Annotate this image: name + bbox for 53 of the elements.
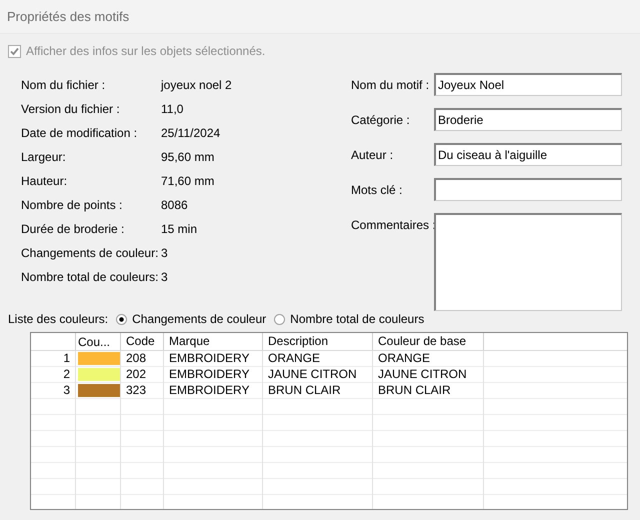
info-label: Nom du fichier : <box>21 78 106 92</box>
table-cell-text: JAUNE CITRON <box>377 367 468 383</box>
info-value: 15 min <box>161 222 198 236</box>
input-field[interactable]: Joyeux Noel <box>434 73 622 96</box>
info-value: 3 <box>161 270 168 284</box>
row-number: 3 <box>62 383 71 399</box>
window-title: Propriétés des motifs <box>7 9 130 24</box>
field-label: Nom du motif : <box>351 77 430 92</box>
info-value: 8086 <box>161 198 188 212</box>
radio-option[interactable]: Nombre total de couleurs <box>274 312 424 326</box>
field-label: Catégorie : <box>351 112 411 127</box>
row-number: 2 <box>62 367 71 383</box>
input-field[interactable] <box>434 178 622 201</box>
column-header[interactable]: Marque <box>164 333 263 350</box>
table-cell-text: 202 <box>125 367 148 383</box>
info-value: joyeux noel 2 <box>161 78 232 92</box>
table-cell-text: 208 <box>125 351 148 367</box>
row-number: 1 <box>62 351 71 367</box>
info-label: Nombre total de couleurs: <box>21 270 160 284</box>
info-label: Largeur: <box>21 150 67 164</box>
table-cell-text: EMBROIDERY <box>168 383 250 399</box>
column-header[interactable]: Cou... <box>76 333 121 350</box>
table-cell-text: JAUNE CITRON <box>267 367 358 383</box>
radio-icon[interactable] <box>274 314 286 324</box>
info-value: 3 <box>161 246 168 260</box>
column-header[interactable]: Description <box>263 333 373 350</box>
table-cell-text: EMBROIDERY <box>168 367 250 383</box>
comments-field[interactable] <box>434 213 622 311</box>
info-label: Date de modification : <box>21 126 138 140</box>
info-value: 25/11/2024 <box>161 126 220 140</box>
input-field[interactable]: Du ciseau à l'aiguille <box>434 143 622 166</box>
info-value: 71,60 mm <box>161 174 214 188</box>
table-cell-text: BRUN CLAIR <box>377 383 452 399</box>
table-cell-text: ORANGE <box>377 351 432 367</box>
table-cell-text: ORANGE <box>267 351 322 367</box>
info-label: Version du fichier : <box>21 102 121 116</box>
input-field[interactable]: Broderie <box>434 108 622 131</box>
field-label: Mots clé : <box>351 182 404 197</box>
info-label: Nombre de points : <box>21 198 124 212</box>
table-cell-text: EMBROIDERY <box>168 351 250 367</box>
table-cell-text: BRUN CLAIR <box>267 383 342 399</box>
radio-icon[interactable] <box>116 314 128 324</box>
info-value: 11,0 <box>161 102 184 116</box>
radio-option[interactable]: Changements de couleur <box>116 312 266 326</box>
color-list-label: Liste des couleurs: <box>8 312 108 326</box>
table-cell-text: 323 <box>125 383 148 399</box>
info-label: Durée de broderie : <box>21 222 126 236</box>
field-label: Auteur : <box>351 147 394 162</box>
column-header[interactable]: Code <box>121 333 164 350</box>
info-label: Changements de couleur: <box>21 246 160 260</box>
info-value: 95,60 mm <box>161 150 214 164</box>
info-label: Hauteur: <box>21 174 68 188</box>
column-header[interactable]: Couleur de base <box>373 333 484 350</box>
